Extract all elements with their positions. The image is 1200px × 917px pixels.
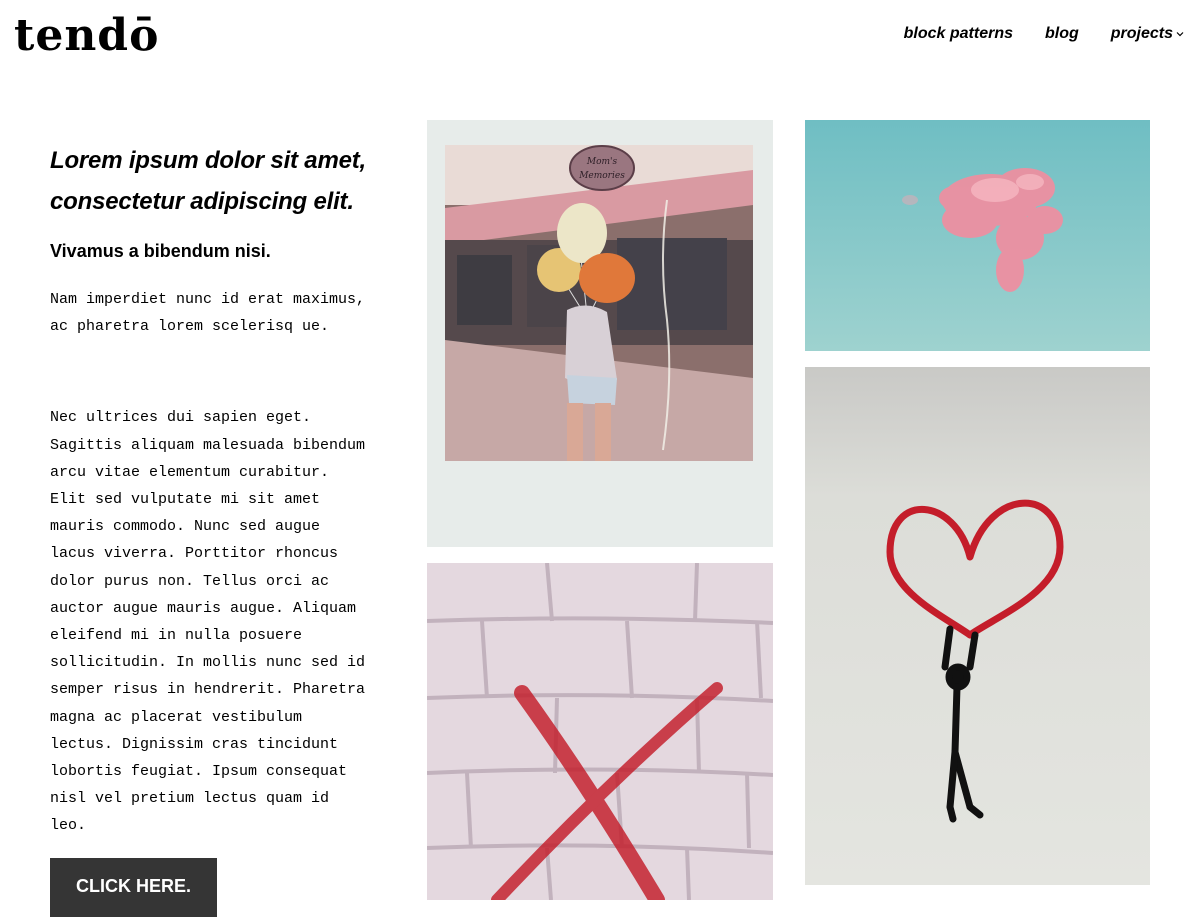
nav-projects[interactable]: projects [1111,25,1184,43]
paragraph-line: Nec ultrices dui sapien eget. [50,409,312,427]
intro-paragraph-1: Nam imperdiet nunc id erat maximus, ac p… [50,286,400,340]
chevron-down-icon [1176,32,1184,37]
paragraph-line: dolor purus non. Tellus orci ac [50,572,330,590]
intro-heading-line2: consectetur adipiscing elit. [50,188,354,215]
paragraph-line: lectus. Dignissim cras tincidunt [50,735,339,753]
nav-blog-label: blog [1044,25,1079,42]
intro-heading: Lorem ipsum dolor sit amet, consectetur … [50,140,400,222]
paragraph-line: magna ac placerat vestibulum [50,708,303,726]
nav-projects-label: projects [1110,25,1173,42]
paragraph-line: Elit sed vulputate mi sit amet [50,491,321,509]
intro-section: Lorem ipsum dolor sit amet, consectetur … [50,140,400,917]
brick-wall-x-image [427,563,773,900]
main-nav: block patterns blog projects [872,25,1184,43]
heart-balloon-graffiti-image [805,367,1150,885]
nav-blog[interactable]: blog [1045,25,1079,43]
pink-cloud-graphic [805,120,1150,351]
paragraph-line: eleifend mi in nulla posuere [50,627,303,645]
nav-block-patterns-label: block patterns [903,25,1013,42]
paragraph-line: arcu vitae elementum curabitur. [50,463,330,481]
polaroid-balloons-graphic: Mom's Memories [427,120,773,547]
intro-heading-line1: Lorem ipsum dolor sit amet, [50,147,366,174]
brick-wall-x-graphic [427,563,773,900]
intro-subheading: Vivamus a bibendum nisi. [50,241,271,261]
paragraph-line: sollicitudin. In mollis nunc sed id [50,654,366,672]
paragraph-line: ac pharetra lorem scelerisq ue. [50,318,330,336]
paragraph-line: auctor augue mauris augue. Aliquam [50,599,357,617]
paragraph-line: mauris commodo. Nunc sed augue [50,518,321,536]
paragraph-line: Sagittis aliquam malesuada bibendum [50,436,366,454]
shop-sign-line2: Memories [578,171,625,181]
paragraph-line: Nam imperdiet nunc id erat maximus, [50,291,366,308]
paragraph-line: lacus viverra. Porttitor rhoncus [50,545,339,563]
paragraph-line: nisl vel pretium lectus quam id [50,790,330,808]
paragraph-line: lobortis feugiat. Ipsum consequat [50,763,348,781]
shop-sign-line1: Mom's [586,157,618,167]
polaroid-balloons-image: Mom's Memories [427,120,773,547]
paragraph-line: semper risus in hendrerit. Pharetra [50,681,366,699]
intro-paragraph-2: Nec ultrices dui sapien eget. Sagittis a… [50,404,400,839]
click-here-button[interactable]: CLICK HERE. [50,857,218,917]
site-logo[interactable]: tendō [14,8,159,64]
heart-balloon-graffiti-graphic [805,367,1150,885]
paragraph-line: leo. [50,817,87,835]
pink-cloud-image [805,120,1150,351]
nav-block-patterns[interactable]: block patterns [904,25,1013,43]
